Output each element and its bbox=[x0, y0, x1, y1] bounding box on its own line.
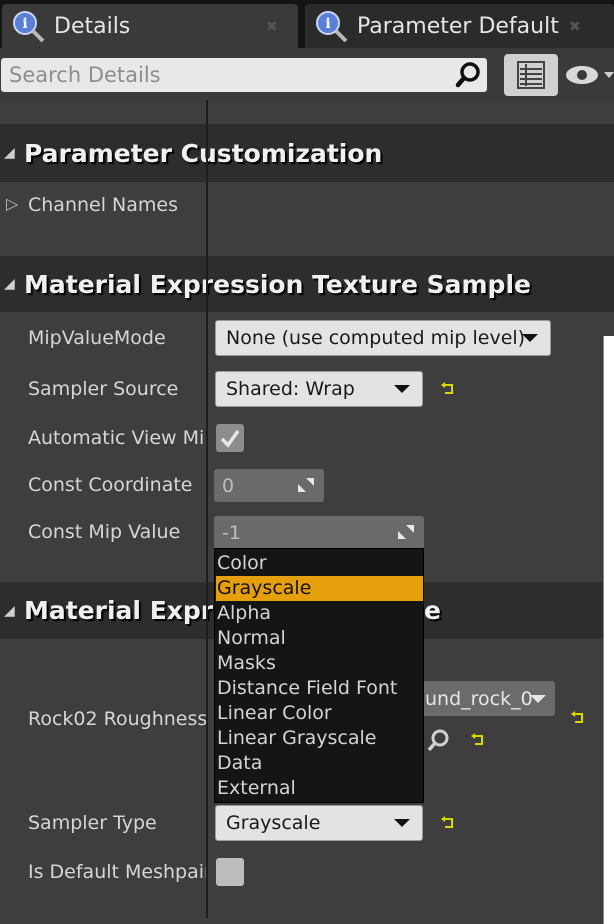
section-parameter-customization[interactable]: ◢ Parameter Customization bbox=[0, 124, 614, 182]
visibility-eye-icon[interactable] bbox=[564, 58, 614, 92]
adjacent-panel-edge bbox=[603, 336, 614, 924]
column-divider[interactable] bbox=[206, 100, 208, 918]
svg-text:i: i bbox=[22, 16, 27, 32]
section-title-suffix: e bbox=[424, 596, 441, 625]
const-coordinate-value: 0 bbox=[222, 474, 235, 497]
reset-to-default-icon[interactable] bbox=[470, 731, 488, 749]
chevron-down-icon bbox=[522, 334, 538, 342]
menu-item-selected[interactable]: Grayscale bbox=[216, 576, 423, 601]
const-mip-value-label: Const Mip Value bbox=[28, 521, 181, 543]
menu-item[interactable]: Linear Color bbox=[216, 701, 423, 726]
details-magnifier-icon: i bbox=[313, 8, 349, 44]
tab-details[interactable]: i Details ✖ bbox=[2, 4, 298, 48]
is-default-meshpaint-label: Is Default Meshpaint bbox=[28, 861, 206, 883]
is-default-meshpaint-checkbox[interactable] bbox=[216, 858, 244, 886]
menu-item[interactable]: Color bbox=[216, 551, 423, 576]
view-options-grid-icon[interactable] bbox=[504, 54, 558, 96]
sampler-type-combo[interactable]: Grayscale bbox=[215, 805, 423, 841]
spin-drag-icon bbox=[398, 525, 414, 539]
chevron-down-icon bbox=[394, 819, 410, 827]
checkmark-icon bbox=[220, 429, 240, 448]
search-input[interactable] bbox=[1, 58, 441, 92]
automatic-view-mip-label: Automatic View Mip bbox=[28, 427, 206, 449]
channel-names-label: Channel Names bbox=[28, 194, 178, 216]
details-magnifier-icon: i bbox=[10, 8, 46, 44]
sampler-source-label: Sampler Source bbox=[28, 378, 179, 400]
search-icon[interactable] bbox=[453, 60, 485, 90]
spin-drag-icon bbox=[298, 478, 314, 492]
menu-item[interactable]: Normal bbox=[216, 626, 423, 651]
sampler-type-dropdown-menu: Color Grayscale Alpha Normal Masks Dista… bbox=[214, 548, 424, 803]
sampler-source-value: Shared: Wrap bbox=[226, 378, 355, 400]
const-coordinate-input[interactable]: 0 bbox=[214, 469, 324, 502]
sampler-source-combo[interactable]: Shared: Wrap bbox=[215, 371, 423, 407]
reset-to-default-icon[interactable] bbox=[570, 709, 588, 727]
menu-item[interactable]: External bbox=[216, 776, 423, 801]
asset-picker-value: und_rock_0 bbox=[425, 687, 533, 710]
chevron-down-icon bbox=[394, 385, 410, 393]
rock-roughness-label: Rock02 Roughness bbox=[28, 708, 206, 730]
menu-item[interactable]: Linear Grayscale bbox=[216, 726, 423, 751]
collapse-triangle-icon: ◢ bbox=[4, 602, 15, 619]
close-icon[interactable]: ✖ bbox=[266, 19, 278, 35]
automatic-view-mip-checkbox[interactable] bbox=[216, 424, 244, 452]
section-title: Parameter Customization bbox=[24, 138, 383, 168]
const-coordinate-label: Const Coordinate bbox=[28, 474, 193, 496]
section-texture-sample[interactable]: ◢ Material Expression Texture Sample bbox=[0, 256, 614, 312]
sampler-type-label: Sampler Type bbox=[28, 812, 157, 834]
tab-parameter-defaults-label: Parameter Defaults bbox=[357, 13, 559, 39]
close-icon[interactable]: ✖ bbox=[569, 19, 581, 35]
search-box bbox=[1, 58, 487, 92]
svg-text:i: i bbox=[325, 16, 330, 32]
reset-to-default-icon[interactable] bbox=[440, 380, 458, 398]
browse-search-icon[interactable] bbox=[426, 727, 452, 753]
expand-triangle-icon[interactable]: ▷ bbox=[6, 194, 18, 213]
mip-value-mode-label: MipValueMode bbox=[28, 327, 166, 349]
const-mip-value-value: -1 bbox=[222, 521, 241, 544]
chevron-down-icon bbox=[530, 695, 546, 703]
tab-details-label: Details bbox=[54, 13, 131, 39]
sampler-type-value: Grayscale bbox=[226, 812, 321, 834]
const-mip-value-input[interactable]: -1 bbox=[214, 516, 424, 549]
collapse-triangle-icon: ◢ bbox=[4, 145, 15, 161]
search-row bbox=[0, 48, 614, 102]
collapse-triangle-icon: ◢ bbox=[4, 276, 15, 292]
tab-parameter-defaults[interactable]: i Parameter Defaults ✖ bbox=[305, 4, 614, 48]
menu-item[interactable]: Masks bbox=[216, 651, 423, 676]
menu-item[interactable]: Data bbox=[216, 751, 423, 776]
menu-item[interactable]: Distance Field Font bbox=[216, 676, 423, 701]
tab-bar: i Details ✖ i Parameter Defaults ✖ bbox=[0, 0, 614, 48]
asset-picker-combo[interactable]: und_rock_0 bbox=[410, 681, 555, 716]
section-title: Material Expression Texture Sample bbox=[24, 269, 531, 299]
mip-value-mode-value: None (use computed mip level) bbox=[226, 327, 526, 349]
reset-to-default-icon[interactable] bbox=[440, 814, 458, 832]
section-title: Material Expres bbox=[24, 596, 245, 625]
mip-value-mode-combo[interactable]: None (use computed mip level) bbox=[215, 320, 551, 356]
menu-item[interactable]: Alpha bbox=[216, 601, 423, 626]
